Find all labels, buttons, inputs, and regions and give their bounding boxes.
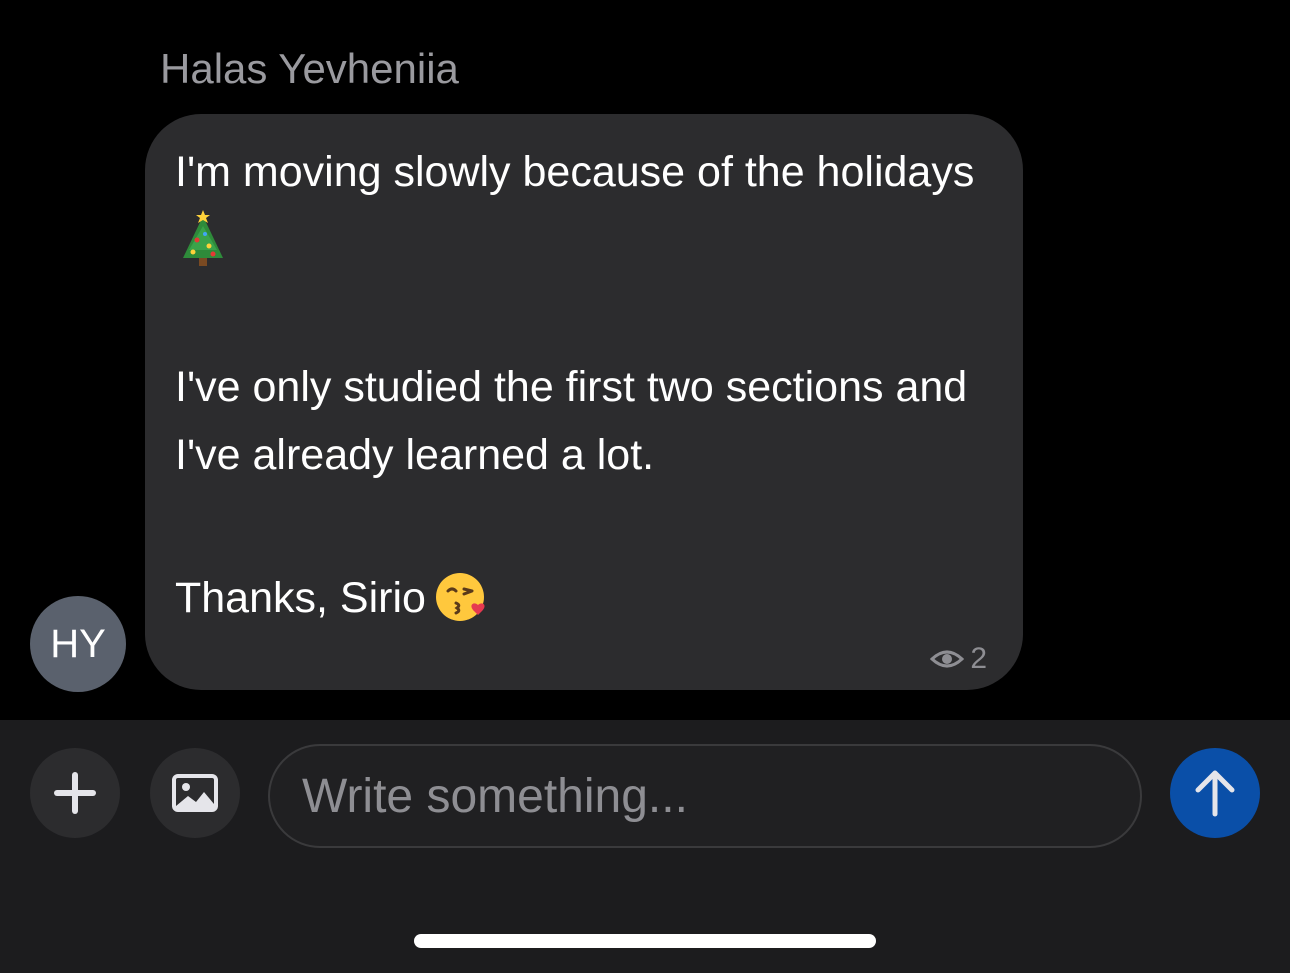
sender-name: Halas Yevheniia <box>160 45 459 92</box>
message-input[interactable] <box>302 746 1102 846</box>
add-image-button[interactable] <box>150 748 240 838</box>
message-line-1: I'm moving slowly because of the holiday… <box>175 148 975 196</box>
view-count-value: 2 <box>970 642 987 675</box>
message-bubble[interactable]: I'm moving slowly because of the holiday… <box>145 114 1023 690</box>
christmas-tree-icon <box>183 210 223 266</box>
home-indicator[interactable] <box>414 934 876 948</box>
message-line-4: Thanks, Sirio <box>175 574 426 622</box>
avatar[interactable]: HY <box>30 596 126 692</box>
chat-area: Halas Yevheniia HY I'm moving slowly bec… <box>0 0 1290 720</box>
message-line-2: I've only studied the first two sections… <box>175 363 968 411</box>
plus-icon <box>54 772 96 814</box>
image-icon <box>172 774 218 812</box>
avatar-initials: HY <box>50 621 106 666</box>
message-line-4-wrap: Thanks, Sirio <box>175 570 490 626</box>
view-count: 2 <box>930 642 987 676</box>
message-input-field[interactable] <box>268 744 1142 848</box>
message-line-3: I've already learned a lot. <box>175 431 655 479</box>
composer-bar <box>0 720 1290 973</box>
add-attachment-button[interactable] <box>30 748 120 838</box>
arrow-up-icon <box>1195 770 1235 817</box>
send-button[interactable] <box>1170 748 1260 838</box>
kissing-face-icon <box>435 572 485 621</box>
eye-icon <box>930 650 965 668</box>
